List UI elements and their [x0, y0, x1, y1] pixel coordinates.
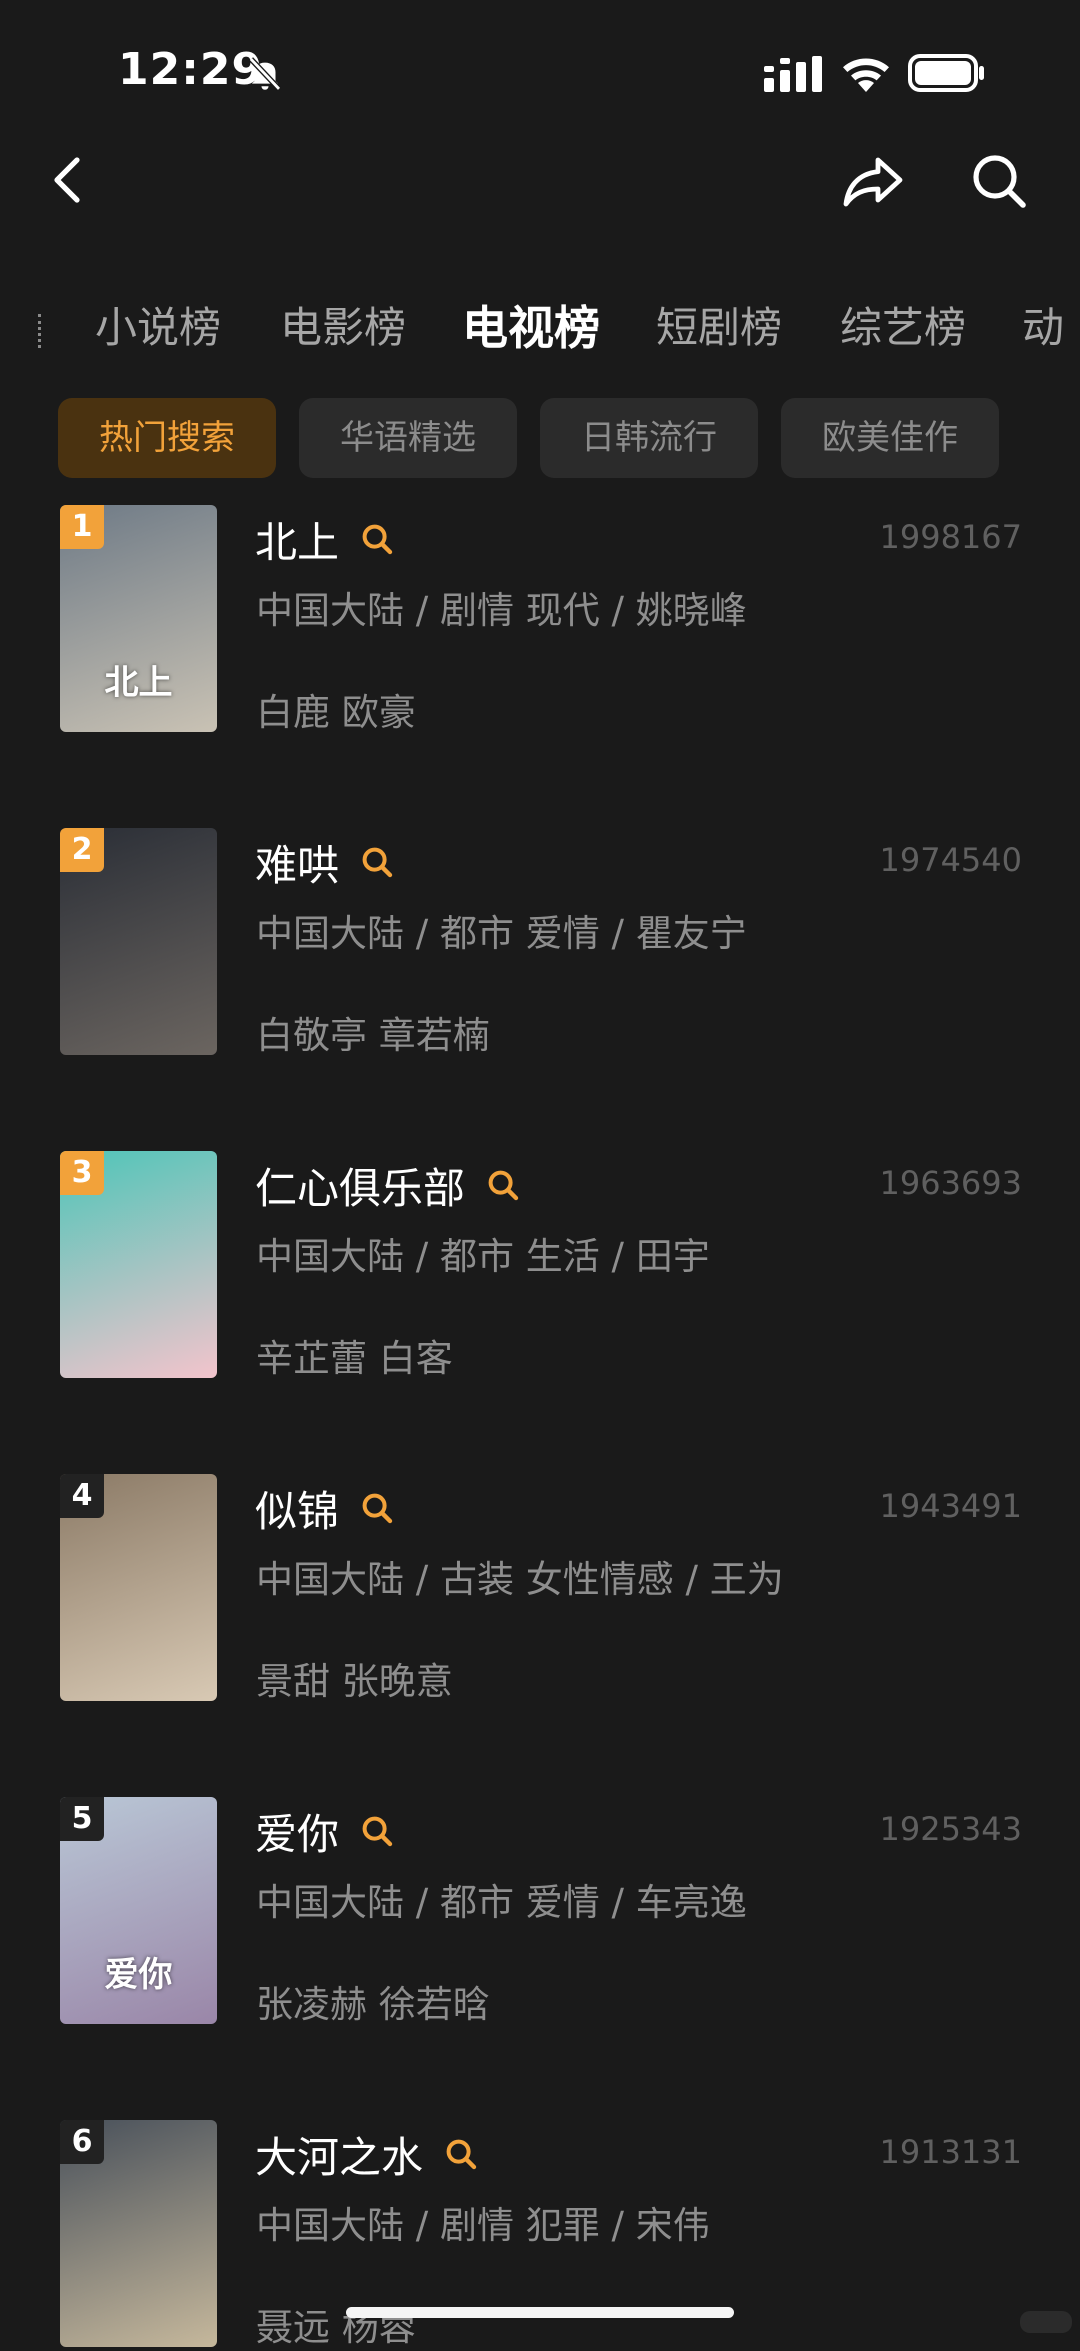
wifi-icon: [843, 58, 889, 92]
tab-movie[interactable]: 电影榜: [280, 290, 406, 366]
poster-image[interactable]: 1 北上: [60, 505, 217, 732]
search-button[interactable]: [964, 146, 1034, 216]
chip-japan-korea[interactable]: 日韩流行: [540, 398, 758, 478]
list-item[interactable]: 2 难哄 1974540 中国大陆 / 都市 爱情 / 瞿友宁 白敬亭 章若楠: [0, 823, 1080, 1059]
item-score: 1925343: [879, 1810, 1022, 1848]
item-score: 1963693: [879, 1164, 1022, 1202]
search-icon[interactable]: [361, 846, 393, 878]
tab-novel[interactable]: 小说榜: [95, 290, 221, 366]
item-title-row: 爱你: [255, 1802, 393, 1860]
item-title-row: 难哄: [255, 833, 393, 891]
item-meta: 中国大陆 / 剧情 犯罪 / 宋伟: [256, 2204, 710, 2247]
item-cast: 景甜 张晚意: [256, 1660, 453, 1703]
poster-image[interactable]: 5 爱你: [60, 1797, 217, 2024]
poster-image[interactable]: 4: [60, 1474, 217, 1701]
cellular-signal-icon: [764, 56, 822, 92]
poster-image[interactable]: 6: [60, 2120, 217, 2347]
chip-western[interactable]: 欧美佳作: [781, 398, 999, 478]
tab-short-drama[interactable]: 短剧榜: [656, 290, 782, 366]
poster-image[interactable]: 3: [60, 1151, 217, 1378]
item-score: 1998167: [879, 518, 1022, 556]
filter-chips: 热门搜索 华语精选 日韩流行 欧美佳作: [0, 398, 1080, 480]
scroll-edge-indicator: [38, 314, 47, 348]
item-cast: 张凌赫 徐若晗: [256, 1983, 490, 2026]
poster-image[interactable]: 2: [60, 828, 217, 1055]
search-icon[interactable]: [361, 1492, 393, 1524]
status-time: 12:29: [118, 44, 264, 95]
item-title[interactable]: 大河之水: [255, 2124, 423, 2185]
home-indicator[interactable]: [346, 2307, 734, 2318]
item-title[interactable]: 难哄: [255, 832, 339, 893]
rank-badge: 5: [60, 1797, 104, 1841]
battery-icon: [908, 54, 984, 92]
item-title[interactable]: 仁心俱乐部: [255, 1155, 465, 1216]
item-title-row: 仁心俱乐部: [255, 1156, 519, 1214]
back-button[interactable]: [40, 142, 96, 218]
tab-anime[interactable]: 动: [1022, 290, 1064, 366]
item-cast: 白敬亭 章若楠: [256, 1014, 490, 1057]
rank-badge: 2: [60, 828, 104, 872]
rank-badge: 6: [60, 2120, 104, 2164]
search-icon[interactable]: [445, 2138, 477, 2170]
poster-title: 爱你: [104, 1955, 173, 1995]
search-icon[interactable]: [361, 523, 393, 555]
rank-badge: 4: [60, 1474, 104, 1518]
list-item[interactable]: 5 爱你 爱你 1925343 中国大陆 / 都市 爱情 / 车亮逸 张凌赫 徐若晗: [0, 1792, 1080, 2028]
rank-badge: 1: [60, 505, 104, 549]
item-score: 1974540: [879, 841, 1022, 879]
item-meta: 中国大陆 / 都市 爱情 / 车亮逸: [256, 1881, 747, 1924]
search-icon[interactable]: [487, 1169, 519, 1201]
bell-muted-icon: [248, 57, 282, 91]
tab-tv[interactable]: 电视榜: [462, 290, 600, 366]
list-item[interactable]: 4 似锦 1943491 中国大陆 / 古装 女性情感 / 王为 景甜 张晚意: [0, 1469, 1080, 1705]
share-button[interactable]: [836, 146, 910, 216]
chip-chinese-selection[interactable]: 华语精选: [299, 398, 517, 478]
item-cast: 聂远 杨蓉: [256, 2306, 416, 2349]
watermark: [1020, 2311, 1072, 2333]
item-title-row: 似锦: [255, 1479, 393, 1537]
item-title[interactable]: 似锦: [255, 1478, 339, 1539]
item-title-row: 大河之水: [255, 2125, 477, 2183]
list-item[interactable]: 1 北上 北上 1998167 中国大陆 / 剧情 现代 / 姚晓峰 白鹿 欧豪: [0, 500, 1080, 736]
poster-title: 北上: [104, 663, 173, 703]
rank-badge: 3: [60, 1151, 104, 1195]
item-cast: 辛芷蕾 白客: [256, 1337, 453, 1380]
item-title-row: 北上: [255, 510, 393, 568]
item-title[interactable]: 北上: [255, 509, 339, 570]
item-score: 1913131: [879, 2133, 1022, 2171]
category-tabs: 小说榜 电影榜 电视榜 短剧榜 综艺榜 动: [0, 290, 1080, 366]
share-icon: [843, 157, 903, 207]
tab-variety[interactable]: 综艺榜: [840, 290, 966, 366]
status-bar: 12:29: [0, 0, 1080, 140]
item-meta: 中国大陆 / 都市 爱情 / 瞿友宁: [256, 912, 747, 955]
item-meta: 中国大陆 / 古装 女性情感 / 王为: [256, 1558, 784, 1601]
item-title[interactable]: 爱你: [255, 1801, 339, 1862]
search-icon[interactable]: [361, 1815, 393, 1847]
item-meta: 中国大陆 / 剧情 现代 / 姚晓峰: [256, 589, 747, 632]
item-meta: 中国大陆 / 都市 生活 / 田宇: [256, 1235, 710, 1278]
item-cast: 白鹿 欧豪: [256, 691, 416, 734]
list-item[interactable]: 3 仁心俱乐部 1963693 中国大陆 / 都市 生活 / 田宇 辛芷蕾 白客: [0, 1146, 1080, 1382]
chip-hot-search[interactable]: 热门搜索: [58, 398, 276, 478]
search-icon: [973, 155, 1026, 208]
item-score: 1943491: [879, 1487, 1022, 1525]
chevron-left-icon: [54, 157, 80, 203]
